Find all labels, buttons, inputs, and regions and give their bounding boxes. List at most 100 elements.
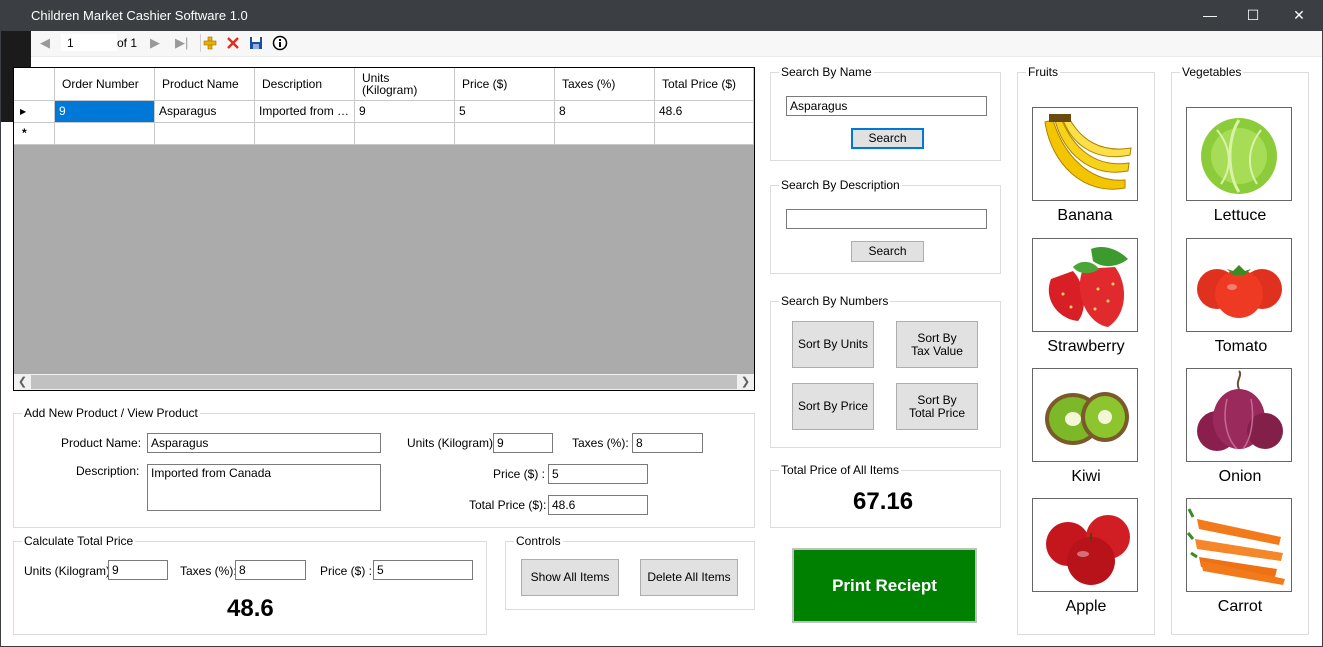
scrollbar-thumb[interactable] (31, 375, 737, 389)
total-price-label: Total Price ($): (469, 498, 547, 512)
save-icon[interactable] (249, 36, 263, 50)
description-label: Description: (76, 464, 140, 478)
table-cell[interactable]: 48.6 (655, 101, 754, 123)
search-description-button[interactable]: Search (851, 241, 924, 262)
next-record-icon[interactable]: ▶ (150, 36, 160, 50)
new-row-cell[interactable] (255, 123, 355, 145)
total-all-group-title: Total Price of All Items (779, 463, 902, 477)
toolbar-separator (200, 34, 201, 52)
sort-by-price-button[interactable]: Sort By Price (792, 383, 874, 430)
carrot-label: Carrot (1217, 598, 1263, 615)
window-title: Children Market Cashier Software 1.0 (31, 8, 248, 23)
close-button[interactable]: ✕ (1276, 0, 1322, 31)
carrot-image[interactable] (1186, 498, 1292, 592)
col-header-price[interactable]: Price ($) (455, 68, 555, 101)
info-icon[interactable] (272, 35, 288, 51)
onion-image[interactable] (1186, 368, 1292, 462)
horizontal-scrollbar[interactable]: ❮ ❯ (14, 374, 754, 390)
calculate-group-title: Calculate Total Price (22, 534, 136, 548)
print-receipt-button[interactable]: Print Reciept (792, 548, 977, 623)
calc-taxes-label: Taxes (%): (180, 564, 237, 578)
apple-image[interactable] (1032, 498, 1138, 592)
col-header-taxes[interactable]: Taxes (%) (555, 68, 655, 101)
add-product-group-title: Add New Product / View Product (22, 406, 200, 420)
minimize-button[interactable]: — (1187, 0, 1233, 31)
total-all-value: 67.16 (853, 488, 914, 515)
calc-result: 48.6 (227, 595, 274, 622)
price-input[interactable] (548, 464, 648, 484)
price-label: Price ($) : (493, 467, 546, 481)
new-row-cell[interactable] (355, 123, 455, 145)
strawberry-image[interactable] (1032, 238, 1138, 332)
strawberry-label: Strawberry (1047, 338, 1125, 355)
lettuce-image[interactable] (1186, 107, 1292, 201)
calc-price-input[interactable] (373, 560, 473, 580)
product-name-input[interactable] (147, 433, 381, 453)
lettuce-label: Lettuce (1213, 207, 1267, 224)
controls-group-title: Controls (514, 534, 563, 548)
banana-label: Banana (1057, 207, 1113, 224)
search-name-button[interactable]: Search (851, 128, 924, 149)
col-header-total-price[interactable]: Total Price ($) (655, 68, 754, 101)
new-row-cell[interactable] (155, 123, 255, 145)
description-textarea[interactable]: Imported from Canada (147, 464, 381, 511)
table-cell[interactable]: 5 (455, 101, 555, 123)
last-record-icon[interactable]: ▶| (175, 36, 188, 50)
col-header-product-name[interactable]: Product Name (155, 68, 255, 101)
search-name-group-title: Search By Name (779, 65, 874, 79)
show-all-items-button[interactable]: Show All Items (521, 559, 619, 596)
scroll-right-icon[interactable]: ❯ (737, 374, 754, 390)
new-row-cell[interactable] (555, 123, 655, 145)
count-label: of 1 (117, 36, 138, 50)
products-grid[interactable]: Order Number Product Name Description Un… (13, 67, 755, 391)
search-description-input[interactable] (786, 209, 987, 229)
sort-by-tax-button[interactable]: Sort By Tax Value (896, 321, 978, 368)
new-row-cell[interactable] (455, 123, 555, 145)
col-header-units-label: Units (Kilogram) (362, 71, 418, 97)
units-label: Units (Kilogram): (407, 436, 497, 450)
calc-units-input[interactable] (108, 560, 168, 580)
search-name-input[interactable] (786, 96, 987, 116)
new-row-cell[interactable] (655, 123, 754, 145)
col-header-description[interactable]: Description (255, 68, 355, 101)
new-row-header[interactable]: * (14, 123, 55, 145)
taxes-label: Taxes (%): (572, 436, 629, 450)
title-bar: Children Market Cashier Software 1.0 — ☐… (0, 0, 1323, 31)
table-cell[interactable]: 9 (355, 101, 455, 123)
add-icon[interactable] (203, 36, 217, 50)
app-icon (10, 9, 22, 21)
search-numbers-group-title: Search By Numbers (779, 294, 891, 308)
new-row-cell[interactable] (55, 123, 155, 145)
fruits-group-title: Fruits (1026, 65, 1060, 79)
table-cell[interactable]: 9 (55, 101, 155, 123)
col-header-order-number[interactable]: Order Number (55, 68, 155, 101)
kiwi-label: Kiwi (1071, 468, 1101, 485)
tomato-image[interactable] (1186, 238, 1292, 332)
table-cell[interactable]: Imported from Ca... (255, 101, 355, 123)
delete-all-items-button[interactable]: Delete All Items (640, 559, 738, 596)
calc-taxes-input[interactable] (235, 560, 306, 580)
table-cell[interactable]: 8 (555, 101, 655, 123)
banana-image[interactable] (1032, 107, 1138, 201)
tomato-label: Tomato (1214, 338, 1268, 355)
scroll-left-icon[interactable]: ❮ (14, 374, 31, 390)
sort-by-total-button[interactable]: Sort By Total Price (896, 383, 978, 430)
previous-record-icon[interactable]: ◀ (40, 36, 50, 50)
col-header-units[interactable]: Units (Kilogram) (355, 68, 455, 101)
vegetables-group-title: Vegetables (1180, 65, 1244, 79)
kiwi-image[interactable] (1032, 368, 1138, 462)
units-input[interactable] (493, 433, 553, 453)
position-input[interactable] (61, 34, 117, 51)
maximize-button[interactable]: ☐ (1230, 0, 1276, 31)
onion-label: Onion (1218, 468, 1262, 485)
taxes-input[interactable] (632, 433, 703, 453)
sort-by-units-button[interactable]: Sort By Units (792, 321, 874, 368)
calc-units-label: Units (Kilogram): (24, 564, 114, 578)
row-header[interactable]: ▶ (14, 101, 55, 123)
row-header-corner (14, 68, 55, 101)
table-cell[interactable]: Asparagus (155, 101, 255, 123)
delete-icon[interactable] (226, 36, 240, 50)
calc-price-label: Price ($) : (320, 564, 373, 578)
apple-label: Apple (1065, 598, 1107, 615)
total-price-input[interactable] (548, 495, 648, 515)
